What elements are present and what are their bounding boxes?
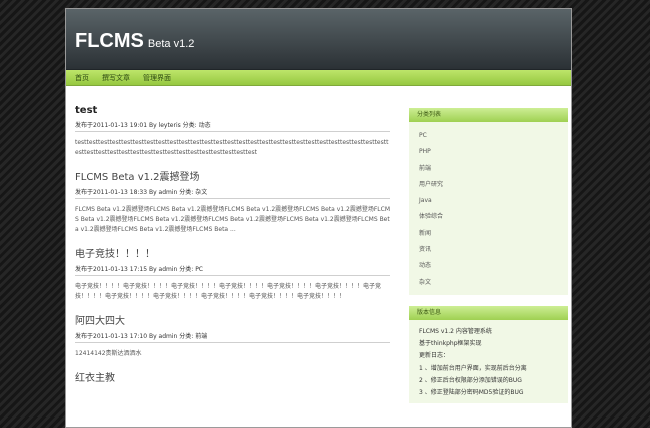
post-category-link[interactable]: PC bbox=[195, 266, 203, 273]
version-info-line: 2 、修正后台权限部分添加错误的BUG bbox=[419, 376, 522, 384]
site-title[interactable]: FLCMS Beta v1.2 bbox=[75, 30, 194, 55]
post-title[interactable]: 电子竞技！！！！ bbox=[75, 249, 390, 261]
category-box: 分类列表 PC PHP 前端 用户研究 Java 体验综合 新闻 资讯 动态 杂… bbox=[409, 108, 568, 295]
post-category-link[interactable]: 前端 bbox=[195, 333, 207, 340]
version-info-line: 3 、修正登陆部分密码MD5验证的BUG bbox=[419, 388, 524, 396]
post-item: 电子竞技！！！！ 发布于2011-01-13 17:15 By admin 分类… bbox=[75, 249, 390, 302]
post-meta-text: 发布于2011-01-13 17:10 By admin 分类: bbox=[75, 333, 196, 340]
category-link-news[interactable]: 新闻 bbox=[419, 226, 558, 242]
post-meta: 发布于2011-01-13 18:33 By admin 分类: 杂文 bbox=[75, 187, 390, 199]
category-link-misc[interactable]: 杂文 bbox=[419, 275, 558, 291]
post-meta-text: 发布于2011-01-13 17:15 By admin 分类: bbox=[75, 266, 196, 273]
category-link-user-research[interactable]: 用户研究 bbox=[419, 177, 558, 193]
category-link-frontend[interactable]: 前端 bbox=[419, 161, 558, 177]
post-meta: 发布于2011-01-13 17:15 By admin 分类: PC bbox=[75, 264, 390, 276]
version-info-box: 版本信息 FLCMS v1.2 内容管理系统 基于thinkphp框架实现 更新… bbox=[409, 305, 568, 404]
category-link-pc[interactable]: PC bbox=[419, 128, 558, 144]
version-info-line: FLCMS v1.2 内容管理系统 bbox=[419, 327, 492, 335]
version-info-list: FLCMS v1.2 内容管理系统 基于thinkphp框架实现 更新日志： 1… bbox=[409, 320, 568, 403]
version-info-line: 1 、增加前台用户界面，实现前后台分离 bbox=[419, 364, 527, 372]
post-meta-text: 发布于2011-01-13 19:01 By leyteris 分类: bbox=[75, 122, 199, 129]
page-container: FLCMS Beta v1.2 首页 撰写文章 管理界面 test 发布于2011… bbox=[65, 8, 572, 428]
sidebar: 分类列表 PC PHP 前端 用户研究 Java 体验综合 新闻 资讯 动态 杂… bbox=[409, 108, 568, 414]
nav-bar: 首页 撰写文章 管理界面 bbox=[66, 70, 571, 86]
site-version: Beta v1.2 bbox=[147, 38, 195, 50]
post-title[interactable]: 阿四大四大 bbox=[75, 316, 390, 328]
post-excerpt: testtesttesttesttesttesttesttesttesttest… bbox=[75, 139, 389, 156]
version-info-line: 更新日志： bbox=[419, 352, 450, 360]
post-list: test 发布于2011-01-13 19:01 By leyteris 分类:… bbox=[75, 105, 390, 399]
post-excerpt: FLCMS Beta v1.2震撼登场FLCMS Beta v1.2震撼登场FL… bbox=[75, 206, 391, 233]
category-link-updates[interactable]: 动态 bbox=[419, 258, 558, 274]
category-link-experience[interactable]: 体验综合 bbox=[419, 209, 558, 225]
category-link-php[interactable]: PHP bbox=[419, 144, 558, 160]
nav-item-home[interactable]: 首页 bbox=[75, 73, 89, 83]
post-category-link[interactable]: 动态 bbox=[199, 122, 211, 129]
version-info-title: 版本信息 bbox=[409, 305, 568, 320]
post-meta: 发布于2011-01-13 17:10 By admin 分类: 前端 bbox=[75, 331, 390, 343]
post-meta-text: 发布于2011-01-13 18:33 By admin 分类: bbox=[75, 189, 196, 196]
site-header: FLCMS Beta v1.2 bbox=[66, 9, 571, 70]
post-item: 红衣主教 bbox=[75, 373, 390, 385]
post-item: FLCMS Beta v1.2震撼登场 发布于2011-01-13 18:33 … bbox=[75, 172, 390, 235]
category-list: PC PHP 前端 用户研究 Java 体验综合 新闻 资讯 动态 杂文 bbox=[409, 122, 568, 295]
nav-item-write-post[interactable]: 撰写文章 bbox=[102, 73, 130, 83]
post-title[interactable]: 红衣主教 bbox=[75, 373, 390, 385]
category-link-info[interactable]: 资讯 bbox=[419, 242, 558, 258]
nav-item-admin[interactable]: 管理界面 bbox=[143, 73, 171, 83]
site-name[interactable]: FLCMS bbox=[75, 30, 144, 52]
post-item: test 发布于2011-01-13 19:01 By leyteris 分类:… bbox=[75, 105, 390, 158]
version-info-line: 基于thinkphp框架实现 bbox=[419, 340, 482, 348]
post-title[interactable]: FLCMS Beta v1.2震撼登场 bbox=[75, 172, 390, 184]
post-excerpt: 12414142贵斯达洒洒水 bbox=[75, 350, 142, 357]
post-meta: 发布于2011-01-13 19:01 By leyteris 分类: 动态 bbox=[75, 120, 390, 132]
post-category-link[interactable]: 杂文 bbox=[195, 189, 207, 196]
category-box-title: 分类列表 bbox=[409, 108, 568, 122]
post-excerpt: 电子竞技！！！！电子竞技！！！！电子竞技！！！！电子竞技！！！！电子竞技！！！！… bbox=[75, 283, 382, 300]
post-title[interactable]: test bbox=[75, 105, 390, 117]
category-link-java[interactable]: Java bbox=[419, 193, 558, 209]
post-item: 阿四大四大 发布于2011-01-13 17:10 By admin 分类: 前… bbox=[75, 316, 390, 359]
